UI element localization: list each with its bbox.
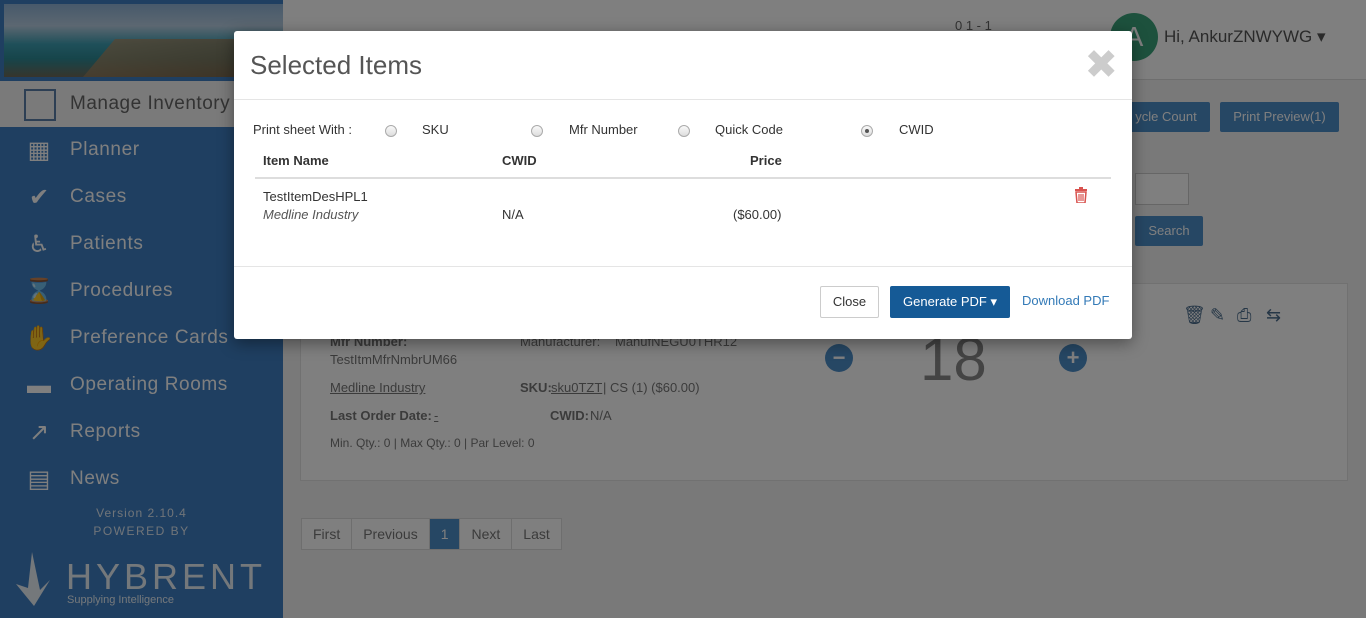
radio-quick-code[interactable] (678, 125, 690, 137)
item-vendor: Medline Industry (263, 207, 359, 222)
radio-mfr-number-label: Mfr Number (569, 122, 638, 137)
trash-icon[interactable] (1074, 187, 1088, 203)
item-cwid: N/A (502, 207, 524, 222)
close-button[interactable]: Close (820, 286, 879, 318)
column-header-cwid: CWID (502, 153, 537, 168)
modal-title: Selected Items (250, 50, 422, 80)
radio-quick-code-label: Quick Code (715, 122, 783, 137)
selected-items-modal: Selected Items ✖ Print sheet With : SKU … (234, 31, 1132, 339)
generate-pdf-button[interactable]: Generate PDF ▾ (890, 286, 1010, 318)
item-price: ($60.00) (733, 207, 782, 222)
column-header-item-name: Item Name (263, 153, 329, 168)
radio-cwid[interactable] (861, 125, 873, 137)
item-name: TestItemDesHPL1 (263, 189, 368, 204)
radio-mfr-number[interactable] (531, 125, 543, 137)
download-pdf-link[interactable]: Download PDF (1022, 293, 1109, 308)
radio-cwid-label: CWID (899, 122, 934, 137)
divider (234, 99, 1132, 100)
print-sheet-label: Print sheet With : (253, 122, 352, 137)
divider (234, 266, 1132, 267)
table-header-divider (255, 177, 1111, 179)
radio-sku[interactable] (385, 125, 397, 137)
column-header-price: Price (750, 153, 782, 168)
close-icon[interactable]: ✖ (1084, 45, 1118, 85)
radio-sku-label: SKU (422, 122, 449, 137)
